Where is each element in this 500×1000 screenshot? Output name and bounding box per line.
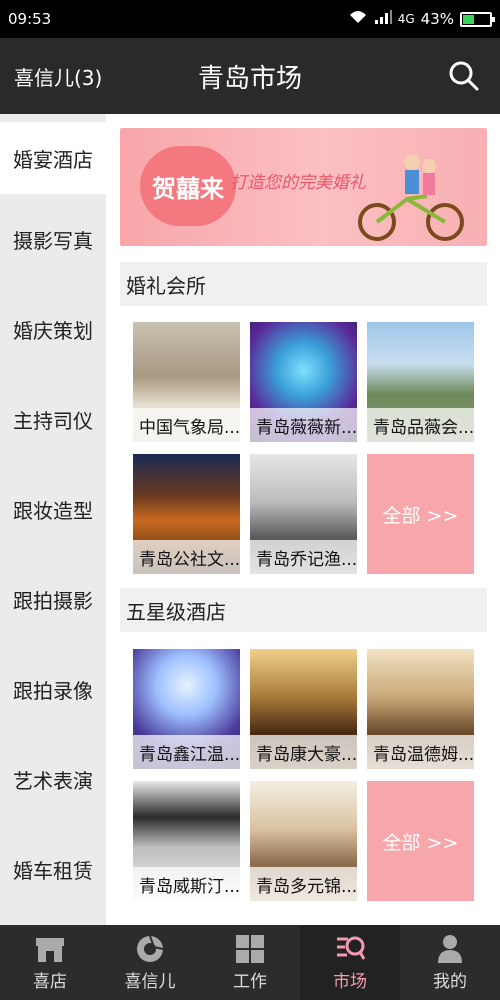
- venue-tile[interactable]: 青岛乔记渔...: [250, 454, 357, 574]
- aperture-icon: [137, 935, 164, 962]
- tab-label: 喜店: [33, 972, 67, 992]
- venue-tile[interactable]: 青岛康大豪...: [250, 649, 357, 769]
- tab-shop[interactable]: 喜店: [0, 925, 100, 1000]
- venue-name: 青岛公社文...: [133, 540, 240, 574]
- sidebar-item-car-rental[interactable]: 婚车租赁: [0, 824, 106, 914]
- view-all-button[interactable]: 全部 >>: [367, 781, 474, 901]
- search-icon[interactable]: [448, 60, 480, 92]
- tab-market[interactable]: 市场: [300, 925, 400, 1000]
- venue-name: 青岛威斯汀...: [133, 867, 240, 901]
- sidebar-item-wedding-hotel[interactable]: 婚宴酒店: [0, 122, 106, 194]
- sidebar-item-makeup[interactable]: 跟妆造型: [0, 464, 106, 554]
- section-header-five-star-hotel: 五星级酒店: [120, 588, 487, 632]
- venue-name: 青岛品薇会...: [367, 408, 474, 442]
- tab-label: 市场: [333, 972, 367, 992]
- venue-tile[interactable]: 青岛威斯汀...: [133, 781, 240, 901]
- promo-banner[interactable]: 贺囍来 打造您的完美婚礼: [120, 128, 487, 246]
- top-bar: 喜信儿(3) 青岛市场: [0, 38, 500, 114]
- shop-icon: [36, 938, 64, 962]
- battery-percent: 43%: [420, 10, 454, 28]
- venue-name: 青岛康大豪...: [250, 735, 357, 769]
- venue-name: 中国气象局...: [133, 408, 240, 442]
- venue-name: 青岛温德姆...: [367, 735, 474, 769]
- signal-icon: [374, 9, 392, 29]
- venue-tile[interactable]: 青岛鑫江温...: [133, 649, 240, 769]
- wifi-icon: [348, 9, 368, 29]
- venue-name: 青岛薇薇新...: [250, 408, 357, 442]
- status-time: 09:53: [8, 10, 52, 28]
- venue-tile[interactable]: 中国气象局...: [133, 322, 240, 442]
- tab-messages[interactable]: 喜信儿: [100, 925, 200, 1000]
- venue-name: 青岛鑫江温...: [133, 735, 240, 769]
- category-sidebar: 婚宴酒店 摄影写真 婚庆策划 主持司仪 跟妆造型 跟拍摄影 跟拍录像 艺术表演 …: [0, 114, 106, 925]
- tab-label: 工作: [233, 972, 267, 992]
- sidebar-item-host[interactable]: 主持司仪: [0, 374, 106, 464]
- grid-icon: [236, 935, 264, 963]
- venue-name: 青岛多元锦...: [250, 867, 357, 901]
- brand-logo: 贺囍来: [140, 146, 236, 226]
- content-area: 贺囍来 打造您的完美婚礼 婚礼会所 中国气象局... 青岛薇薇新... 青岛品薇…: [106, 114, 500, 925]
- sidebar-item-follow-video[interactable]: 跟拍录像: [0, 644, 106, 734]
- tab-label: 喜信儿: [124, 972, 176, 992]
- banner-slogan: 打造您的完美婚礼: [230, 173, 366, 193]
- sidebar-item-performance[interactable]: 艺术表演: [0, 734, 106, 824]
- network-type: 4G: [397, 12, 415, 26]
- bottom-tab-bar: 喜店 喜信儿 工作 市场 我的: [0, 925, 500, 1000]
- message-count-link[interactable]: 喜信儿(3): [14, 62, 102, 91]
- venue-name: 青岛乔记渔...: [250, 540, 357, 574]
- battery-icon: [460, 11, 495, 27]
- venue-tile[interactable]: 青岛温德姆...: [367, 649, 474, 769]
- venue-tile[interactable]: 青岛品薇会...: [367, 322, 474, 442]
- sidebar-item-wedding-planning[interactable]: 婚庆策划: [0, 284, 106, 374]
- tab-work[interactable]: 工作: [200, 925, 300, 1000]
- couple-bicycle-illustration: [358, 154, 464, 241]
- venue-tile[interactable]: 青岛多元锦...: [250, 781, 357, 901]
- venue-tile[interactable]: 青岛公社文...: [133, 454, 240, 574]
- tab-label: 我的: [433, 972, 467, 992]
- view-all-button[interactable]: 全部 >>: [367, 454, 474, 574]
- sidebar-item-photography[interactable]: 摄影写真: [0, 194, 106, 284]
- market-search-icon: [337, 936, 366, 960]
- tab-me[interactable]: 我的: [400, 925, 500, 1000]
- venue-tile[interactable]: 青岛薇薇新...: [250, 322, 357, 442]
- section-header-wedding-club: 婚礼会所: [120, 262, 487, 306]
- status-bar: 09:53 4G 43%: [0, 0, 500, 38]
- user-icon: [438, 935, 462, 963]
- sidebar-item-follow-photo[interactable]: 跟拍摄影: [0, 554, 106, 644]
